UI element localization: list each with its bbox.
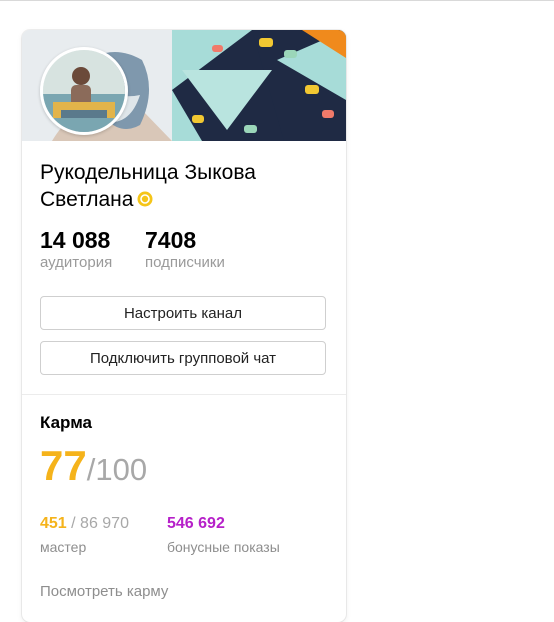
connect-group-chat-button[interactable]: Подключить групповой чат xyxy=(40,341,326,375)
karma-score-max: /100 xyxy=(86,452,148,487)
stat-subscribers: 7408 подписчики xyxy=(145,226,225,272)
channel-card: Рукодельница Зыкова Светлана 14 088 ауди… xyxy=(22,30,346,622)
stat-subscribers-value: 7408 xyxy=(145,227,197,253)
karma-bonus-value: 546 692 xyxy=(167,515,225,532)
karma-metric-bonus: 546 692 бонусные показы xyxy=(167,515,280,555)
stat-audience-value: 14 088 xyxy=(40,227,111,253)
channel-name: Рукодельница Зыкова Светлана xyxy=(40,159,290,213)
karma-master-total: / 86 970 xyxy=(66,515,129,532)
karma-bonus-label: бонусные показы xyxy=(167,539,280,555)
karma-score-value: 77 xyxy=(40,442,87,489)
karma-master-value: 451 xyxy=(40,515,67,532)
section-divider xyxy=(22,394,346,395)
karma-title: Карма xyxy=(40,413,93,432)
channel-cover-image xyxy=(22,30,346,141)
karma-metric-master: 451 / 86 970 мастер xyxy=(40,515,129,555)
stat-subscribers-label: подписчики xyxy=(145,254,225,271)
karma-score: 77/100 xyxy=(40,442,147,490)
configure-channel-button[interactable]: Настроить канал xyxy=(40,296,326,330)
karma-master-label: мастер xyxy=(40,539,87,555)
stat-audience-label: аудитория xyxy=(40,254,113,271)
channel-avatar[interactable] xyxy=(40,47,128,135)
stat-audience: 14 088 аудитория xyxy=(40,226,112,272)
top-divider xyxy=(0,0,554,1)
view-karma-link[interactable]: Посмотреть карму xyxy=(40,583,168,600)
verified-badge-icon xyxy=(137,187,153,207)
